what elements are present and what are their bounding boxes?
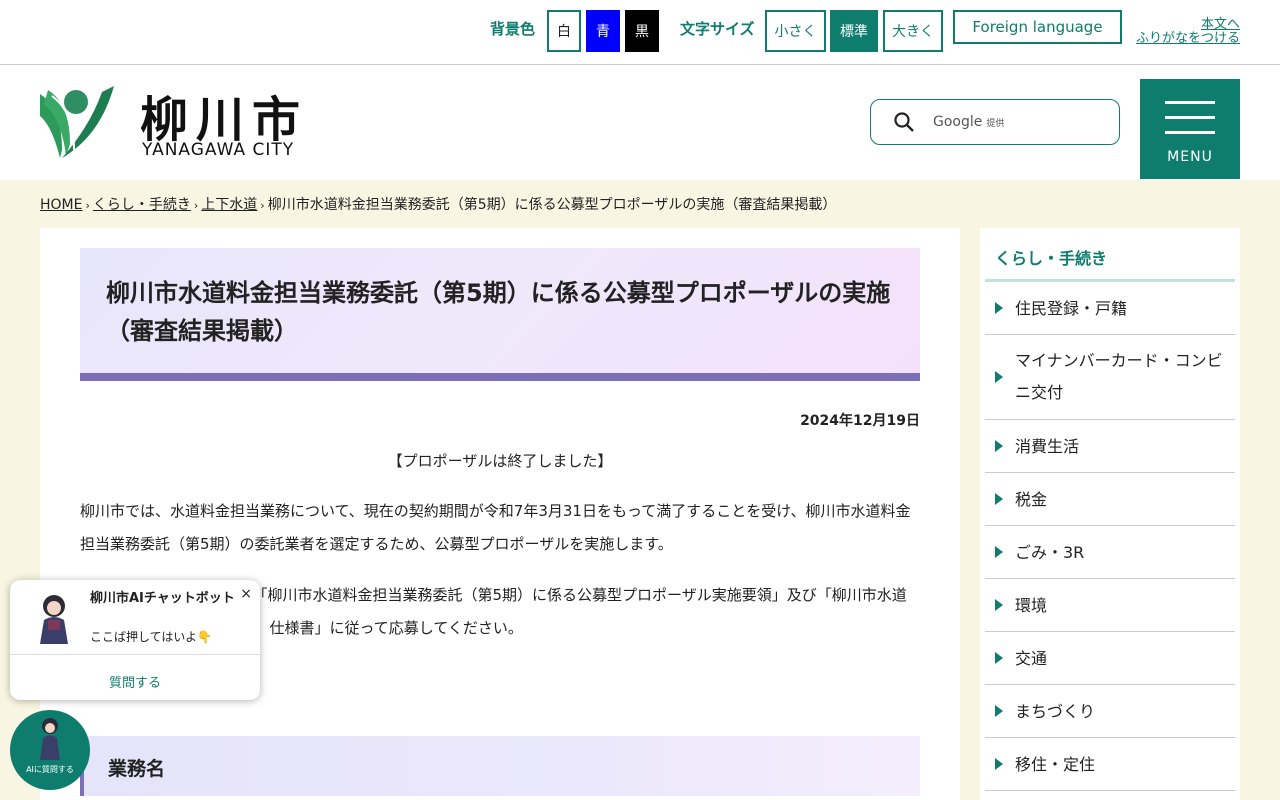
triangle-right-icon	[995, 652, 1003, 664]
breadcrumb-living[interactable]: くらし・手続き	[93, 197, 191, 213]
sidebar-heading: くらし・手続き	[985, 228, 1235, 282]
bg-color-label: 背景色	[490, 20, 536, 38]
sidebar-item-label: 税金	[1015, 490, 1048, 509]
breadcrumb-water[interactable]: 上下水道	[201, 197, 257, 213]
sidebar-item-label: 環境	[1015, 596, 1048, 615]
sidebar-item-tax[interactable]: 税金	[985, 473, 1235, 526]
menu-icon-bar	[1165, 131, 1215, 134]
font-small-button[interactable]: 小さく	[765, 10, 826, 52]
triangle-right-icon	[995, 599, 1003, 611]
sidebar-item-label: まちづくり	[1015, 702, 1096, 721]
foreign-language-button[interactable]: Foreign language	[953, 10, 1122, 44]
triangle-right-icon	[995, 493, 1003, 505]
chatbot-title: 柳川市AIチャットボット	[90, 591, 235, 606]
section-heading-text: 業務名	[108, 758, 166, 780]
sidebar-item-relocation[interactable]: 移住・定住	[985, 738, 1235, 791]
triangle-right-icon	[995, 758, 1003, 770]
section-heading: 業務名	[80, 736, 920, 796]
bg-white-button[interactable]: 白	[547, 10, 581, 52]
sidebar-item-traffic[interactable]: 交通	[985, 632, 1235, 685]
sidebar-item-label: 消費生活	[1015, 437, 1080, 456]
breadcrumb-home[interactable]: HOME	[40, 197, 82, 213]
city-logo-icon[interactable]	[40, 86, 114, 158]
menu-icon-bar	[1165, 116, 1215, 119]
chatbot-divider	[10, 654, 260, 655]
logo-text-en: YANAGAWA CITY	[142, 140, 295, 160]
breadcrumb-separator: ›	[193, 199, 199, 212]
menu-button[interactable]: MENU	[1140, 79, 1240, 179]
sidebar-item-garbage[interactable]: ごみ・3R	[985, 526, 1235, 579]
triangle-right-icon	[995, 546, 1003, 558]
triangle-right-icon	[995, 302, 1003, 314]
breadcrumb-separator: ›	[85, 199, 90, 212]
sidebar-item-environment[interactable]: 環境	[985, 579, 1235, 632]
utility-bar: 背景色 白 青 黒 文字サイズ 小さく 標準 大きく Foreign langu…	[0, 0, 1280, 65]
breadcrumb-current: 柳川市水道料金担当業務委託（第5期）に係る公募型プロポーザルの実施（審査結果掲載…	[267, 197, 837, 213]
sidebar-item-mynumber[interactable]: マイナンバーカード・コンビニ交付	[985, 335, 1235, 420]
sidebar-item-resident[interactable]: 住民登録・戸籍	[985, 282, 1235, 335]
chatbot-avatar-icon	[40, 595, 68, 644]
chatbot-fab-label: AIに質問する	[26, 765, 74, 774]
publish-date: 2024年12月19日	[800, 413, 920, 429]
search-placeholder: Google 提供	[933, 114, 1004, 130]
breadcrumb-separator: ›	[260, 199, 265, 212]
font-large-button[interactable]: 大きく	[883, 10, 943, 52]
sidebar-item-label: 移住・定住	[1015, 755, 1096, 774]
site-header: 柳川市 YANAGAWA CITY Google 提供 MENU	[0, 66, 1280, 180]
skip-to-content-link[interactable]: 本文へ	[1136, 18, 1240, 32]
chatbot-popup[interactable]: 柳川市AIチャットボット ここば押してはいよ👇 × 質問する	[10, 580, 260, 700]
font-size-label: 文字サイズ	[680, 20, 755, 38]
sidebar-item-consumer[interactable]: 消費生活	[985, 420, 1235, 473]
chatbot-fab-button[interactable]: AIに質問する	[10, 710, 90, 790]
search-box[interactable]: Google 提供	[870, 99, 1120, 145]
bg-blue-button[interactable]: 青	[586, 10, 620, 52]
triangle-right-icon	[995, 440, 1003, 452]
menu-icon-bar	[1165, 101, 1215, 104]
furigana-toggle-link[interactable]: ふりがなをつける	[1136, 32, 1240, 46]
breadcrumb: HOME › くらし・手続き › 上下水道 › 柳川市水道料金担当業務委託（第5期）に係る公…	[40, 194, 836, 214]
status-notice: 【プロポーザルは終了しました】	[387, 452, 613, 470]
triangle-right-icon	[995, 371, 1003, 383]
sidebar-item-urban[interactable]: まちづくり	[985, 685, 1235, 738]
sidebar-item-label: マイナンバーカード・コンビニ交付	[1015, 351, 1223, 402]
search-icon[interactable]	[893, 111, 915, 133]
sidebar-heading-text[interactable]: くらし・手続き	[995, 245, 1107, 269]
sidebar-item-label: 交通	[1015, 649, 1048, 668]
sidebar-list: 住民登録・戸籍 マイナンバーカード・コンビニ交付 消費生活 税金 ごみ・3R 環…	[985, 282, 1235, 791]
page-title: 柳川市水道料金担当業務委託（第5期）に係る公募型プロポーザルの実施（審査結果掲載…	[106, 279, 891, 345]
bg-black-button[interactable]: 黒	[625, 10, 659, 52]
chatbot-subtitle: ここば押してはいよ👇	[90, 630, 213, 644]
intro-paragraph: 柳川市では、水道料金担当業務について、現在の契約期間が令和7年3月31日をもって…	[80, 502, 911, 553]
triangle-right-icon	[995, 705, 1003, 717]
chatbot-avatar-icon	[40, 718, 60, 760]
sidebar: くらし・手続き 住民登録・戸籍 マイナンバーカード・コンビニ交付 消費生活 税金…	[980, 228, 1240, 800]
menu-label: MENU	[1167, 149, 1213, 165]
article-card: 柳川市水道料金担当業務委託（第5期）に係る公募型プロポーザルの実施（審査結果掲載…	[40, 228, 960, 800]
page-title-box: 柳川市水道料金担当業務委託（第5期）に係る公募型プロポーザルの実施（審査結果掲載…	[80, 248, 920, 381]
sidebar-item-label: 住民登録・戸籍	[1015, 299, 1128, 318]
font-standard-button[interactable]: 標準	[830, 10, 878, 52]
close-icon[interactable]: ×	[240, 586, 252, 602]
chatbot-ask-button[interactable]: 質問する	[10, 672, 260, 691]
search-google-label: Google	[933, 114, 983, 130]
search-provided-label: 提供	[986, 119, 1005, 129]
sidebar-item-label: ごみ・3R	[1015, 543, 1085, 562]
furigana-link[interactable]: 本文へ ふりがなをつける	[1136, 18, 1240, 46]
